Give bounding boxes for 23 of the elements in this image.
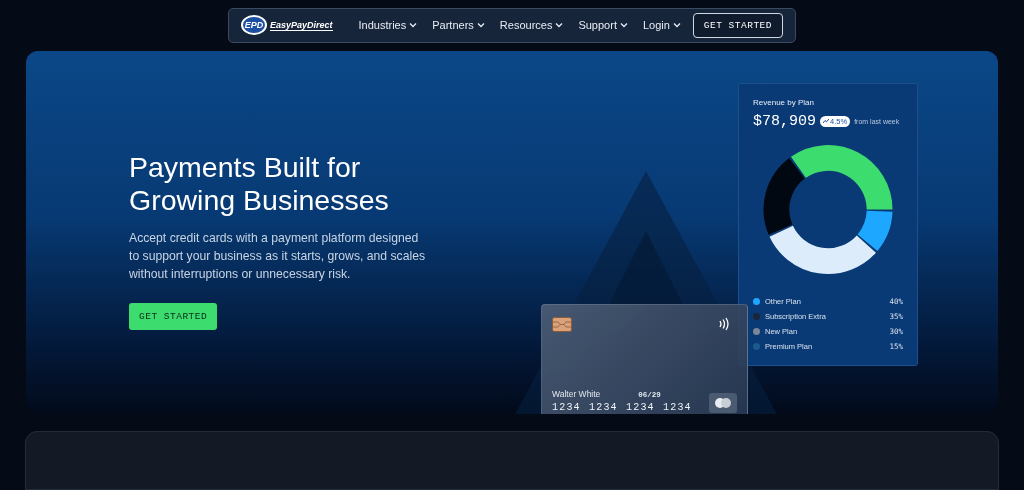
card-number: 1234 1234 1234 1234 — [552, 401, 692, 413]
chevron-down-icon — [555, 22, 564, 29]
logo-wordmark[interactable]: EasyPayDirect — [270, 19, 333, 31]
contactless-icon — [717, 316, 731, 331]
chevron-down-icon — [476, 22, 485, 29]
nav-menu-item[interactable]: Login — [642, 19, 681, 32]
logo-badge[interactable]: EPD — [241, 15, 267, 36]
nav-menu-item[interactable]: Partners — [432, 19, 485, 32]
card-brand-icon — [709, 392, 737, 413]
revenue-amount: $78,909 — [753, 112, 816, 130]
hero-title: Payments Built for Growing Businesses — [129, 150, 390, 217]
nav-menu-item[interactable]: Industries — [358, 19, 418, 32]
hero-description: Accept credit cards with a payment platform designed to support your business as it starts, grows, and scales without interruptions or unnecessary risk. — [129, 229, 427, 283]
chevron-down-icon — [409, 22, 418, 29]
nav-menu-item[interactable]: Resources — [499, 19, 564, 32]
nav-menu-item[interactable]: Support — [578, 19, 628, 32]
chevron-down-icon — [619, 22, 628, 29]
get-started-button[interactable]: GET STARTED — [692, 12, 783, 38]
chip-icon — [552, 316, 572, 332]
get-started-button[interactable]: GET STARTED — [129, 302, 218, 330]
chevron-down-icon — [672, 22, 681, 29]
cardholder-name: Walter White — [552, 388, 601, 399]
revenue-title: Revenue by Plan — [753, 97, 815, 107]
